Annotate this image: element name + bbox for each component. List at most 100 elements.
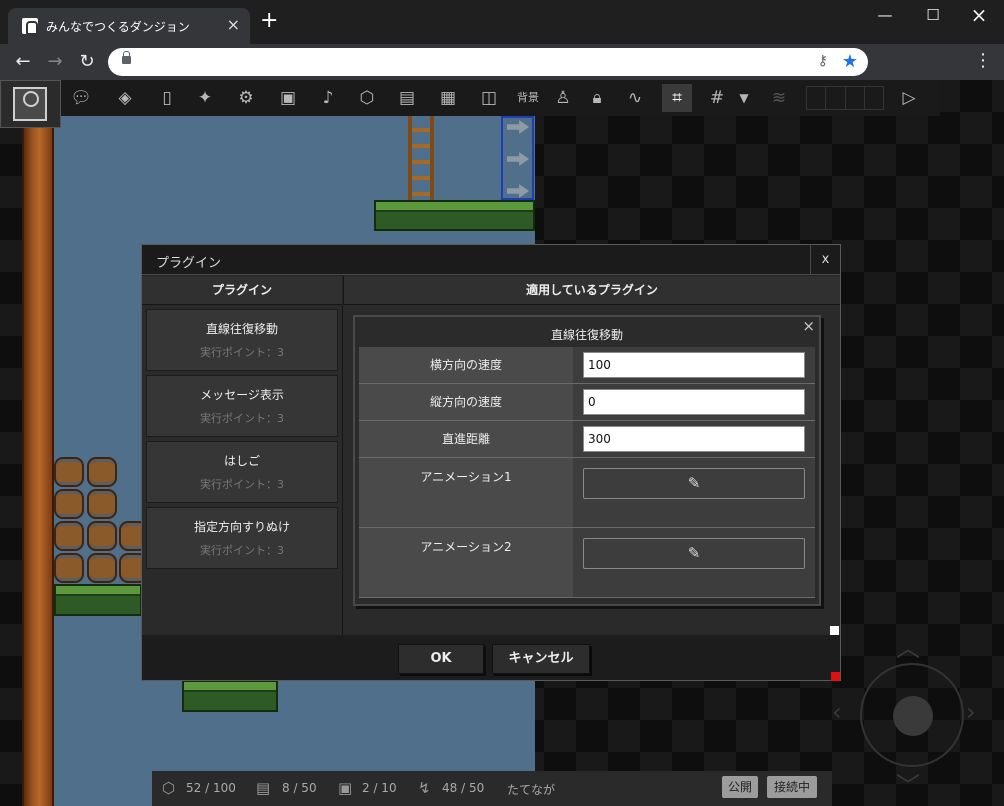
grid-icon[interactable]: # (702, 84, 732, 112)
gamepad-icon[interactable]: ✦ (190, 84, 220, 112)
lock-icon (122, 51, 131, 64)
save-icon[interactable]: ▦ (433, 84, 463, 112)
distance-input[interactable] (583, 426, 805, 452)
barrel-tile (54, 521, 84, 551)
path-icon[interactable]: ∿ (620, 84, 650, 112)
grass-platform (54, 584, 142, 616)
resize-corner-handle[interactable] (831, 672, 840, 681)
address-bar[interactable]: ⚷ ★ (108, 48, 868, 76)
barrel-tile (87, 553, 117, 583)
play-icon[interactable]: ▷ (894, 84, 924, 112)
applied-plugins-header: 適用しているプラグイン (343, 276, 840, 305)
cube-icon[interactable]: ⬡ (352, 84, 382, 112)
door-icon[interactable]: ▯ (152, 84, 182, 112)
param-label: アニメーション1 (359, 458, 573, 527)
param-row: 直進距離 (359, 421, 815, 458)
cube-icon: ⬡ (162, 779, 176, 797)
browser-navbar: ← → ↻ ⚷ ★ ⋮ (0, 44, 1004, 80)
window-maximize-button[interactable]: ☐ (910, 0, 956, 32)
param-row: アニメーション1 ✎ (359, 458, 815, 528)
plugin-cost: 実行ポイント：3 (200, 544, 284, 557)
param-label: 直進距離 (359, 421, 573, 457)
lock-icon[interactable]: 🔒︎ (582, 84, 612, 112)
param-label: アニメーション2 (359, 528, 573, 597)
music-note-icon[interactable]: ♪ (313, 84, 343, 112)
image-icon: ▣ (338, 779, 353, 797)
pencil-icon: ✎ (687, 544, 701, 562)
window-minimize-button[interactable]: — (862, 0, 908, 32)
browser-tab[interactable]: みんなでつくるダンジョン × (8, 8, 250, 44)
plugin-name: 指定方向すりぬけ (193, 520, 290, 534)
right-arrow-tile-icon (507, 184, 529, 198)
plugin-params-table: 横方向の速度 縦方向の速度 直進距離 アニメーション1 ✎ アニメーション2 (359, 347, 815, 598)
tree-trunk-tile (22, 116, 54, 806)
applied-plugin-card: 直線往復移動 × 横方向の速度 縦方向の速度 直進距離 アニメーション1 ✎ (353, 315, 821, 606)
publish-badge[interactable]: 公開 (722, 776, 758, 798)
dropdown-arrow-icon[interactable]: ▼ (734, 84, 754, 112)
resize-handle[interactable] (830, 626, 839, 635)
gear-icon[interactable]: ⚙ (231, 84, 261, 112)
pad-up-icon[interactable]: ︿ (896, 628, 920, 663)
plugin-name: メッセージ表示 (200, 388, 284, 402)
plugin-item[interactable]: はしご 実行ポイント：3 (146, 441, 338, 503)
tab-title: みんなでつくるダンジョン (46, 20, 190, 34)
barrel-tile (54, 457, 84, 487)
layers-icon[interactable]: ≋ (764, 84, 794, 112)
barrel-tile (54, 553, 84, 583)
plugin-list: 直線往復移動 実行ポイント：3 メッセージ表示 実行ポイント：3 はしご 実行ポ… (142, 305, 342, 635)
map-layers-icon[interactable]: ◈ (110, 84, 140, 112)
bookmark-star-icon[interactable]: ★ (842, 51, 858, 72)
window-close-button[interactable]: × (956, 0, 1002, 32)
right-arrow-tile-icon (507, 120, 529, 134)
joystick-knob[interactable] (893, 696, 933, 736)
pad-left-icon[interactable]: ‹ (832, 698, 842, 726)
key-icon[interactable]: ⚷ (818, 53, 828, 69)
horizontal-speed-input[interactable] (583, 352, 805, 378)
plugin-item[interactable]: 指定方向すりぬけ 実行ポイント：3 (146, 507, 338, 569)
pencil-icon: ✎ (687, 474, 701, 492)
forward-arrow-icon[interactable]: → (42, 50, 68, 74)
puzzle-icon[interactable]: ◫ (474, 84, 504, 112)
barrel-tile (54, 489, 84, 519)
ladder-tile (408, 116, 434, 200)
layer-selector[interactable] (806, 86, 884, 110)
pad-right-icon[interactable]: › (966, 698, 976, 726)
applied-plugins-pane: 直線往復移動 × 横方向の速度 縦方向の速度 直進距離 アニメーション1 ✎ (342, 305, 840, 635)
cursor-grid-icon[interactable]: ⌗ (662, 84, 692, 112)
ok-button[interactable]: OK (398, 644, 484, 674)
virtual-joystick[interactable] (860, 663, 964, 767)
dialog-header[interactable]: プラグイン x (142, 245, 840, 275)
app-logo[interactable] (0, 80, 61, 128)
edit-animation2-button[interactable]: ✎ (583, 538, 805, 569)
plugin-name: はしご (223, 454, 260, 468)
bgm-label[interactable]: 背景 (513, 84, 543, 112)
tab-close-button[interactable]: × (227, 15, 240, 34)
plugin-cost: 実行ポイント：3 (200, 412, 284, 425)
plugin-item[interactable]: 直線往復移動 実行ポイント：3 (146, 309, 338, 371)
param-row: 横方向の速度 (359, 347, 815, 384)
new-tab-button[interactable]: + (260, 10, 278, 32)
connection-badge: 接続中 (767, 776, 817, 798)
applied-plugin-title: 直線往復移動 (550, 328, 623, 342)
arrow-block-column (501, 116, 534, 200)
back-arrow-icon[interactable]: ← (10, 50, 36, 74)
film-icon: ▤ (256, 779, 271, 797)
speech-bubble-icon[interactable]: 💬︎ (66, 84, 96, 112)
browser-menu-icon[interactable]: ⋮ (974, 50, 992, 71)
remove-plugin-button[interactable]: × (802, 317, 815, 335)
film-icon[interactable]: ▤ (392, 84, 422, 112)
site-favicon-icon (22, 18, 38, 35)
pad-down-icon[interactable]: ﹀ (896, 766, 920, 801)
vertical-speed-input[interactable] (583, 389, 805, 415)
person-icon[interactable]: ♙ (548, 84, 578, 112)
plugin-item[interactable]: メッセージ表示 実行ポイント：3 (146, 375, 338, 437)
grass-platform (374, 200, 535, 231)
reload-icon[interactable]: ↻ (74, 50, 100, 74)
cancel-button[interactable]: キャンセル (492, 644, 590, 674)
barrel-tile (87, 457, 117, 487)
param-row: アニメーション2 ✎ (359, 528, 815, 598)
plugin-cost: 実行ポイント：3 (200, 346, 284, 359)
dialog-close-button[interactable]: x (810, 245, 840, 275)
image-icon[interactable]: ▣ (273, 84, 303, 112)
edit-animation1-button[interactable]: ✎ (583, 468, 805, 499)
